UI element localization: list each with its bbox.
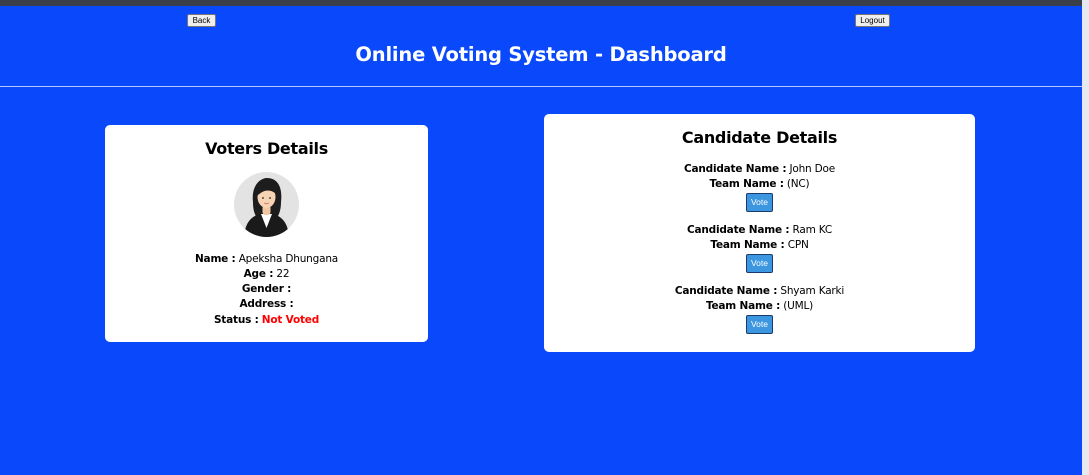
voter-age-line: Age : 22 — [105, 267, 428, 282]
candidate-team-label: Team Name : — [709, 178, 784, 190]
candidate-team-value: (NC) — [786, 178, 810, 190]
voter-details-card: Voters Details Name : Apeksha Dhungana A… — [105, 125, 428, 342]
candidate-team-label: Team Name : — [710, 239, 785, 251]
voter-details-heading: Voters Details — [205, 139, 328, 158]
header-divider — [0, 86, 1082, 87]
avatar-icon — [234, 172, 299, 237]
candidate-name-label: Candidate Name : — [674, 285, 778, 297]
voter-age-label: Age : — [243, 268, 274, 280]
voter-name-value: Apeksha Dhungana — [238, 253, 339, 265]
candidate-name-value: Shyam Karki — [780, 285, 845, 297]
vote-button-ram-kc[interactable]: Vote — [746, 254, 773, 273]
page-title: Online Voting System - Dashboard — [355, 43, 727, 66]
candidate-details-heading: Candidate Details — [681, 128, 838, 147]
voter-gender-label: Gender : — [241, 283, 292, 295]
candidate-team-line: Team Name : (NC) — [544, 177, 975, 192]
candidate-name-line: Candidate Name : Shyam Karki — [544, 284, 975, 299]
voter-status-line: Status : Not Voted — [105, 313, 428, 328]
browser-top-strip — [0, 0, 1089, 6]
logout-button[interactable]: Logout — [855, 14, 890, 27]
voter-name-line: Name : Apeksha Dhungana — [105, 252, 428, 267]
candidate-name-value: John Doe — [789, 163, 836, 175]
voter-gender-line: Gender : — [105, 282, 428, 297]
voter-age-value: 22 — [276, 268, 290, 280]
browser-scroll-edge — [1082, 0, 1089, 475]
candidate-name-line: Candidate Name : John Doe — [544, 162, 975, 177]
back-button[interactable]: Back — [187, 14, 216, 27]
vote-button-shyam-karki[interactable]: Vote — [746, 315, 773, 334]
candidate-team-label: Team Name : — [705, 300, 781, 312]
voter-address-label: Address : — [239, 298, 294, 310]
candidate-team-value: CPN — [787, 239, 809, 251]
vote-button-john-doe[interactable]: Vote — [746, 193, 773, 212]
candidate-name-line: Candidate Name : Ram KC — [544, 223, 975, 238]
candidate-details-card: Candidate Details Candidate Name : John … — [544, 114, 975, 352]
candidate-team-line: Team Name : CPN — [544, 238, 975, 253]
voter-status-label: Status : — [213, 314, 259, 326]
candidate-team-value: (UML) — [783, 300, 814, 312]
voter-name-label: Name : — [194, 253, 236, 265]
candidate-name-value: Ram KC — [792, 224, 833, 236]
voter-address-line: Address : — [105, 297, 428, 312]
candidate-name-label: Candidate Name : — [683, 163, 787, 175]
voter-status-badge: Not Voted — [261, 314, 320, 326]
candidate-name-label: Candidate Name : — [686, 224, 790, 236]
candidate-team-line: Team Name : (UML) — [544, 299, 975, 314]
